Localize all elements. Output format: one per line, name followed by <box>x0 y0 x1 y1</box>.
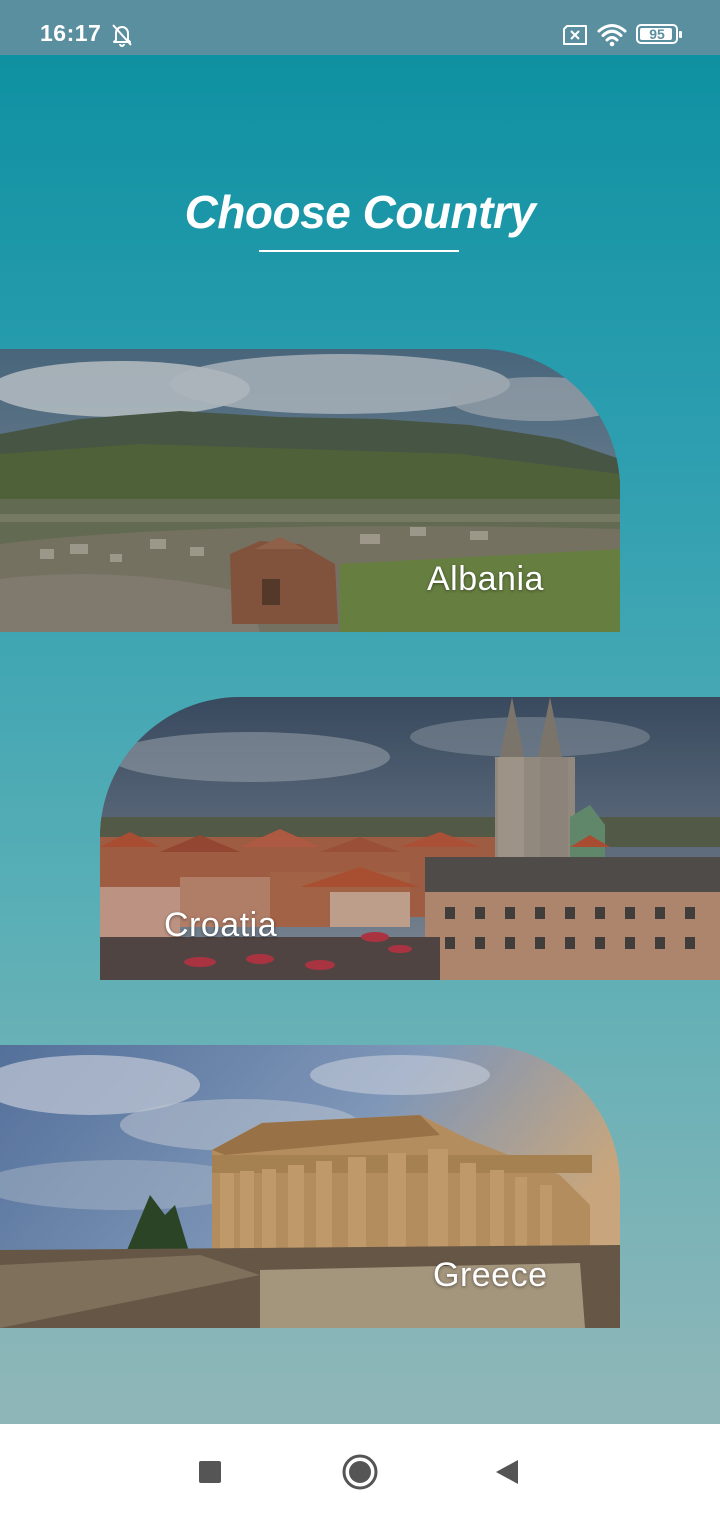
circle-icon <box>342 1454 378 1490</box>
page-title: Choose Country <box>184 186 536 238</box>
battery-percent: 95 <box>649 26 665 42</box>
title-underline <box>259 250 459 252</box>
square-icon <box>199 1461 221 1483</box>
status-time: 16:17 <box>40 20 102 46</box>
wifi-icon <box>597 24 627 47</box>
home-button[interactable] <box>320 1424 400 1520</box>
choose-country-screen: 16:17 95 Choose Country Albania Croatia … <box>0 0 720 1520</box>
country-card-albania[interactable]: Albania <box>0 349 620 632</box>
triangle-back-icon <box>496 1460 518 1484</box>
sim-off-icon <box>563 25 587 45</box>
country-card-greece[interactable]: Greece <box>0 1045 620 1328</box>
back-button[interactable] <box>467 1424 547 1520</box>
country-card-croatia[interactable]: Croatia <box>100 697 720 980</box>
country-name-albania: Albania <box>427 560 544 598</box>
status-bar: 16:17 95 <box>0 0 720 55</box>
system-nav-bar <box>0 1424 720 1520</box>
country-name-croatia: Croatia <box>164 906 278 944</box>
battery-icon: 95 <box>636 24 682 44</box>
recent-apps-button[interactable] <box>170 1424 250 1520</box>
bell-off-icon <box>112 24 132 47</box>
country-name-greece: Greece <box>433 1256 548 1294</box>
